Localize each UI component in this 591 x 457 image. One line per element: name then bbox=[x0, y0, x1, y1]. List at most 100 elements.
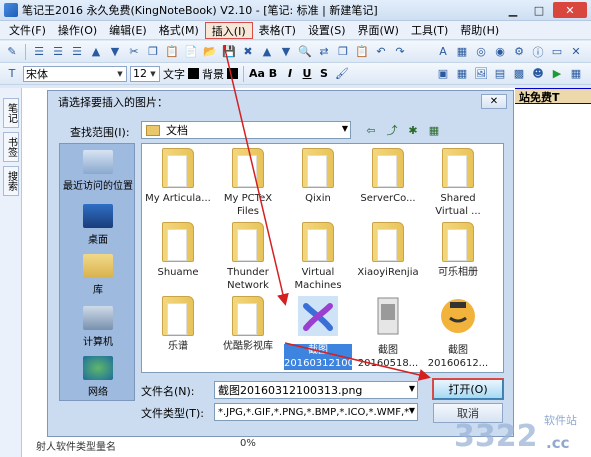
file-item[interactable]: XiaoyiRenjia bbox=[354, 222, 422, 279]
window-title: 笔记王2016 永久免费(KingNoteBook) V2.10 - [笔记: … bbox=[22, 4, 378, 17]
up-folder-icon[interactable]: ⤴ bbox=[384, 123, 400, 137]
place-recent[interactable]: 最近访问的位置 bbox=[60, 150, 136, 192]
paste-icon[interactable]: 📋 bbox=[164, 44, 180, 60]
menu-operate[interactable]: 操作(O) bbox=[52, 22, 103, 39]
file-type-select[interactable]: *.JPG,*.GIF,*.PNG,*.BMP,*.ICO,*.WMF,* ▼ bbox=[214, 403, 418, 421]
close-button[interactable]: ✕ bbox=[553, 2, 587, 18]
image-icon[interactable]: 🖼 bbox=[473, 66, 489, 82]
brush-icon[interactable]: 🖌 bbox=[334, 66, 350, 82]
file-name-input[interactable]: 截图20160312100313.png ▼ bbox=[214, 381, 418, 399]
file-item[interactable]: 可乐相册 bbox=[424, 222, 492, 279]
arrow-up-icon[interactable]: ▲ bbox=[259, 44, 275, 60]
list-icon[interactable]: ☰ bbox=[31, 44, 47, 60]
copy-icon[interactable]: ❐ bbox=[145, 44, 161, 60]
tab-bookmarks[interactable]: 书签 bbox=[3, 132, 19, 162]
file-item[interactable]: 乐谱 bbox=[144, 296, 212, 353]
menu-interface[interactable]: 界面(W) bbox=[352, 22, 405, 39]
folder-icon bbox=[146, 124, 160, 136]
watermark-logo: 3322 软件站 .cc bbox=[452, 408, 582, 454]
tab-notes[interactable]: 笔记 bbox=[3, 98, 19, 128]
save-icon[interactable]: 💾 bbox=[221, 44, 237, 60]
font-icon[interactable]: A bbox=[435, 44, 451, 60]
file-item[interactable]: Qixin bbox=[284, 148, 352, 205]
copy-icon[interactable]: ❐ bbox=[335, 44, 351, 60]
menu-settings[interactable]: 设置(S) bbox=[302, 22, 352, 39]
file-item-selected[interactable]: 截图 20160312100313.png bbox=[284, 296, 395, 370]
place-desktop[interactable]: 桌面 bbox=[60, 204, 136, 246]
file-item[interactable]: My Articula... bbox=[144, 148, 212, 205]
dialog-close-button[interactable]: ✕ bbox=[481, 94, 507, 109]
file-item[interactable]: Shuame bbox=[144, 222, 212, 279]
arrow-up-icon[interactable]: ▲ bbox=[88, 44, 104, 60]
paste-icon[interactable]: 📋 bbox=[354, 44, 370, 60]
gear-icon[interactable]: ⚙ bbox=[511, 44, 527, 60]
file-item[interactable]: 截图 20160518... bbox=[354, 296, 422, 370]
minimize-button[interactable]: ▁ bbox=[501, 2, 525, 18]
back-icon[interactable]: ⇦ bbox=[363, 123, 379, 137]
strikethrough-icon[interactable]: S bbox=[317, 67, 331, 80]
list-icon[interactable]: ☰ bbox=[69, 44, 85, 60]
undo-icon[interactable]: ↶ bbox=[373, 44, 389, 60]
delete-icon[interactable]: ✖ bbox=[240, 44, 256, 60]
maximize-button[interactable]: □ bbox=[527, 2, 551, 18]
close-icon[interactable]: ✕ bbox=[568, 44, 584, 60]
font-select[interactable]: 宋体 ▼ bbox=[23, 65, 127, 82]
play-icon[interactable]: ▶ bbox=[549, 66, 565, 82]
arrow-down-icon[interactable]: ▼ bbox=[278, 44, 294, 60]
grid-icon[interactable]: ▦ bbox=[454, 66, 470, 82]
tab-search[interactable]: 搜索 bbox=[3, 166, 19, 196]
table-icon[interactable]: ▤ bbox=[492, 66, 508, 82]
earth-icon[interactable]: ◉ bbox=[492, 44, 508, 60]
menu-format[interactable]: 格式(M) bbox=[153, 22, 205, 39]
menu-tools[interactable]: 工具(T) bbox=[405, 22, 454, 39]
file-item[interactable]: 优酷影视库 bbox=[214, 296, 282, 353]
user-icon[interactable]: ☻ bbox=[530, 66, 546, 82]
text-color-swatch[interactable] bbox=[188, 68, 199, 79]
bold-icon[interactable]: B bbox=[266, 67, 280, 80]
grid-icon[interactable]: ▦ bbox=[568, 66, 584, 82]
italic-icon[interactable]: I bbox=[283, 67, 297, 80]
file-name-label: 文件名(N): bbox=[141, 385, 195, 398]
font-size-icon[interactable]: Aa bbox=[249, 67, 265, 80]
photo-icon[interactable]: ▩ bbox=[511, 66, 527, 82]
open-button[interactable]: 打开(O) bbox=[432, 378, 504, 400]
text-format-icon[interactable]: T bbox=[4, 66, 20, 82]
file-item[interactable]: ServerCo... bbox=[354, 148, 422, 205]
font-size-select[interactable]: 12 ▼ bbox=[130, 65, 160, 82]
file-name: Qixin bbox=[305, 193, 331, 204]
chart-icon[interactable]: ▦ bbox=[454, 44, 470, 60]
cut-icon[interactable]: ✂ bbox=[126, 44, 142, 60]
new-folder-icon[interactable]: ✱ bbox=[405, 123, 421, 137]
list-icon[interactable]: ☰ bbox=[50, 44, 66, 60]
place-computer[interactable]: 计算机 bbox=[60, 306, 136, 348]
menu-table[interactable]: 表格(T) bbox=[253, 22, 302, 39]
arrow-down-icon[interactable]: ▼ bbox=[107, 44, 123, 60]
file-item[interactable]: Virtual Machines bbox=[284, 222, 352, 292]
globe-icon[interactable]: ◎ bbox=[473, 44, 489, 60]
place-network[interactable]: 网络 bbox=[60, 356, 136, 398]
file-item[interactable]: Thunder Network bbox=[214, 222, 282, 292]
bg-color-swatch[interactable] bbox=[227, 68, 238, 79]
menu-edit[interactable]: 编辑(E) bbox=[103, 22, 153, 39]
folder-icon bbox=[302, 222, 334, 262]
info-icon[interactable]: ⓘ bbox=[530, 44, 546, 60]
layout-icon[interactable]: ▣ bbox=[435, 66, 451, 82]
window-icon[interactable]: ▭ bbox=[549, 44, 565, 60]
menu-help[interactable]: 帮助(H) bbox=[454, 22, 505, 39]
open-icon[interactable]: 📂 bbox=[202, 44, 218, 60]
search-icon[interactable]: 🔍 bbox=[297, 44, 313, 60]
file-item[interactable]: Shared Virtual ... bbox=[424, 148, 492, 218]
replace-icon[interactable]: ⇄ bbox=[316, 44, 332, 60]
place-label: 桌面 bbox=[88, 235, 108, 246]
place-libraries[interactable]: 库 bbox=[60, 254, 136, 296]
file-item[interactable]: 截图 20160612... bbox=[424, 296, 492, 370]
file-item[interactable]: My PCTeX Files bbox=[214, 148, 282, 218]
view-menu-icon[interactable]: ▦ bbox=[426, 123, 442, 137]
new-note-icon[interactable]: 📄 bbox=[183, 44, 199, 60]
underline-icon[interactable]: U bbox=[300, 67, 314, 80]
menu-file[interactable]: 文件(F) bbox=[3, 22, 52, 39]
look-in-select[interactable]: 文档 ▼ bbox=[141, 121, 351, 139]
menu-insert[interactable]: 插入(I) bbox=[204, 21, 253, 39]
pen-icon[interactable]: ✎ bbox=[4, 44, 20, 60]
redo-icon[interactable]: ↷ bbox=[392, 44, 408, 60]
